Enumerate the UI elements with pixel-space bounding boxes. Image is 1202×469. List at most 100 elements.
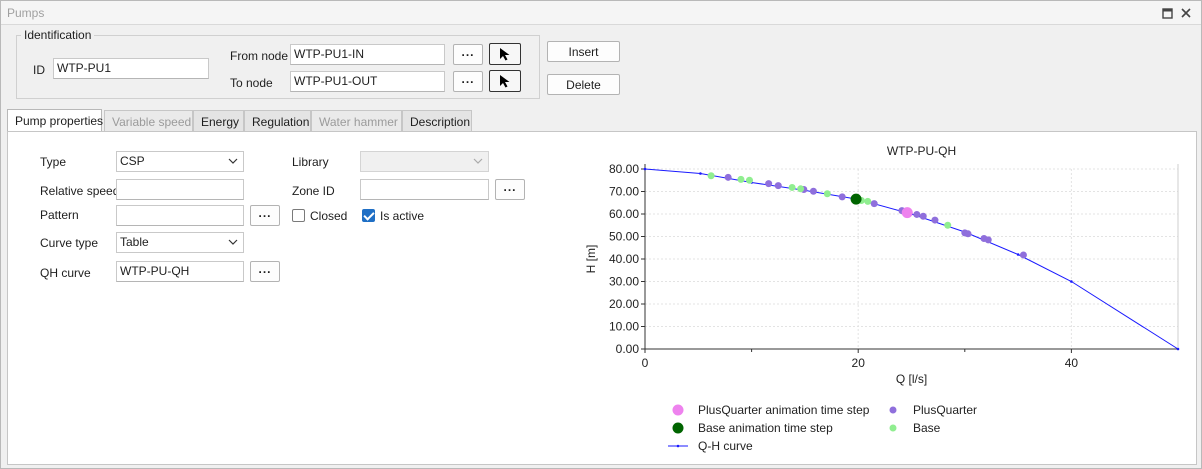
tick-label-y: 0.00 — [616, 342, 640, 356]
tab-description[interactable]: Description — [402, 110, 472, 132]
pumps-window: Pumps Identification ID WTP-PU1 From nod… — [0, 0, 1202, 469]
plusquarter-point — [724, 173, 732, 181]
plusquarter-point — [964, 230, 972, 238]
to-node-browse-button[interactable]: ... — [453, 71, 483, 92]
window-title: Pumps — [7, 6, 45, 20]
tab-water-hammer: Water hammer — [311, 110, 402, 132]
cursor-icon — [500, 48, 510, 61]
plusquarter-point — [838, 193, 846, 201]
plusquarter-point — [765, 180, 773, 188]
tick-label-y: 70.00 — [609, 185, 639, 199]
pattern-input[interactable] — [116, 205, 244, 226]
is-active-label: Is active — [380, 209, 425, 223]
plusquarter-point — [809, 187, 817, 195]
tick-label-y: 10.00 — [609, 320, 639, 334]
pattern-browse-button[interactable]: ... — [250, 205, 280, 226]
insert-button[interactable]: Insert — [547, 41, 620, 62]
from-node-browse-button[interactable]: ... — [453, 44, 483, 65]
tick-label-x: 40 — [1065, 356, 1079, 370]
tick-label-y: 40.00 — [609, 252, 639, 266]
tick-label-x: 20 — [852, 356, 866, 370]
is-active-checkbox[interactable] — [362, 209, 375, 222]
base-point — [737, 175, 745, 183]
plusquarter-point — [931, 216, 939, 224]
closed-checkbox[interactable] — [292, 209, 305, 222]
qh-curve-vertex — [1176, 347, 1180, 351]
base-point — [823, 190, 831, 198]
base-point — [944, 221, 952, 229]
from-node-input[interactable]: WTP-PU1-IN — [290, 44, 445, 65]
legend-label: Base — [913, 421, 941, 435]
curve-type-select[interactable]: Table — [116, 232, 244, 253]
qh-curve-vertex — [643, 167, 647, 171]
base-animation-time-step-point — [850, 193, 862, 205]
closed-label: Closed — [310, 209, 348, 223]
type-select[interactable]: CSP — [116, 151, 244, 172]
relative-speed-input[interactable] — [116, 179, 244, 200]
to-node-label: To node — [230, 76, 273, 90]
plusquarter-animation-time-step-point — [901, 207, 913, 219]
plusquarter-point — [919, 212, 927, 220]
tick-label-y: 50.00 — [609, 230, 639, 244]
restore-icon[interactable] — [1159, 5, 1175, 21]
plusquarter-point — [1019, 251, 1027, 259]
qh-curve-vertex — [1070, 280, 1073, 283]
id-label: ID — [33, 63, 45, 77]
qh-curve-vertex — [1016, 253, 1020, 256]
legend-swatch — [889, 406, 897, 414]
x-axis-label: Q [l/s] — [896, 372, 927, 386]
curve-type-label: Curve type — [40, 236, 99, 250]
from-node-label: From node — [230, 49, 289, 63]
qh-chart: WTP-PU-QH 0.00 10.00 20.00 30.00 40.00 50.00 60… — [584, 144, 1180, 453]
legend-label: Base animation time step — [698, 421, 833, 435]
pattern-label: Pattern — [40, 208, 79, 222]
base-point — [788, 183, 796, 191]
curve-type-value: Table — [120, 235, 149, 249]
type-label: Type — [40, 155, 67, 169]
plusquarter-point — [774, 182, 782, 190]
identification-title: Identification — [21, 28, 95, 42]
from-node-pick-button[interactable] — [489, 43, 521, 65]
tick-label-y: 20.00 — [609, 297, 639, 311]
legend-label: PlusQuarter animation time step — [698, 403, 870, 417]
cursor-icon — [500, 75, 510, 88]
relative-speed-label: Relative speed — [40, 184, 120, 198]
base-point — [745, 176, 753, 184]
plusquarter-point — [870, 200, 878, 208]
base-point — [864, 197, 872, 205]
tick-label-y: 60.00 — [609, 207, 639, 221]
tab-energy[interactable]: Energy — [193, 110, 244, 132]
tab-variable-speed: Variable speed — [104, 110, 193, 132]
tick-label-y: 80.00 — [609, 162, 639, 176]
base-point — [797, 185, 805, 193]
qh-curve-label: QH curve — [40, 266, 91, 280]
zone-id-browse-button[interactable]: ... — [495, 179, 525, 200]
base-point — [707, 172, 715, 180]
chevron-down-icon — [228, 239, 238, 245]
id-input[interactable]: WTP-PU1 — [53, 58, 209, 79]
plusquarter-point — [913, 210, 921, 218]
legend-swatch — [672, 404, 684, 416]
legend-label: Q-H curve — [698, 439, 753, 453]
tab-pump-properties[interactable]: Pump properties — [7, 109, 103, 132]
legend-swatch — [889, 424, 897, 432]
legend-swatch-vertex — [676, 444, 680, 448]
delete-button[interactable]: Delete — [547, 74, 620, 95]
to-node-pick-button[interactable] — [489, 70, 521, 92]
qh-curve-vertex — [699, 172, 702, 175]
chevron-down-icon — [228, 158, 238, 164]
to-node-input[interactable]: WTP-PU1-OUT — [290, 71, 445, 92]
pump-properties-panel: Type CSP Relative speed Pattern ... Curv… — [7, 131, 1197, 465]
chevron-down-icon — [473, 158, 483, 164]
zone-id-label: Zone ID — [292, 184, 335, 198]
close-icon[interactable] — [1178, 5, 1194, 21]
chart-title: WTP-PU-QH — [887, 144, 956, 158]
qh-curve-browse-button[interactable]: ... — [250, 261, 280, 282]
tick-label-x: 0 — [642, 356, 649, 370]
tab-regulation[interactable]: Regulation — [244, 110, 311, 132]
legend-swatch — [672, 422, 684, 434]
qh-curve-input[interactable]: WTP-PU-QH — [116, 261, 244, 282]
zone-id-input[interactable] — [360, 179, 489, 200]
library-label: Library — [292, 155, 329, 169]
type-value: CSP — [120, 154, 145, 168]
